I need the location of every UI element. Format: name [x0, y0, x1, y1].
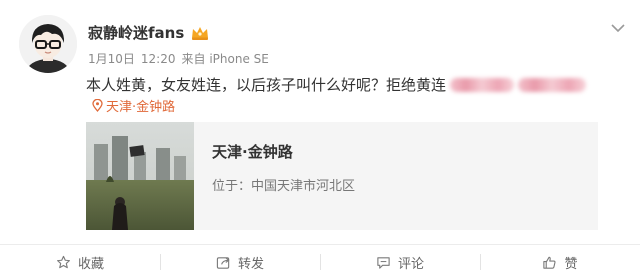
place-info: 天津·金钟路 位于：中国天津市河北区 — [194, 122, 355, 230]
thumbs-up-icon — [543, 256, 557, 269]
favorite-label: 收藏 — [77, 256, 104, 272]
post-date: 1月10日 — [88, 52, 135, 66]
avatar[interactable] — [19, 15, 77, 73]
repost-label: 转发 — [237, 256, 264, 272]
repost-button[interactable]: 转发 — [160, 245, 320, 279]
like-button[interactable]: 赞 — [480, 245, 640, 279]
location-pin-icon — [92, 99, 103, 112]
place-card[interactable]: 天津·金钟路 位于：中国天津市河北区 — [86, 122, 598, 230]
like-label: 赞 — [564, 256, 578, 272]
post-source: 来自 iPhone SE — [181, 52, 269, 66]
post-text: 本人姓黄，女友姓连，以后孩子叫什么好呢？拒绝黄连 — [86, 76, 447, 94]
avatar-illustration — [19, 15, 77, 73]
share-arrow-icon — [216, 256, 230, 269]
blurred-mention — [450, 77, 515, 92]
location-tag[interactable]: 天津·金钟路 — [92, 96, 175, 115]
post-meta: 1月10日 12:20 来自 iPhone SE — [88, 50, 275, 67]
comment-button[interactable]: 评论 — [320, 245, 480, 279]
chevron-down-icon[interactable] — [610, 18, 626, 33]
comment-label: 评论 — [397, 256, 424, 272]
action-bar: 收藏 转发 评论 赞 — [0, 245, 640, 279]
place-name: 天津·金钟路 — [212, 143, 293, 161]
username[interactable]: 寂静岭迷fans — [88, 22, 184, 43]
post-time: 12:20 — [140, 52, 176, 66]
vip-crown-icon — [190, 25, 210, 41]
post-content: 本人姓黄，女友姓连，以后孩子叫什么好呢？拒绝黄连 — [86, 74, 587, 95]
place-address: 位于：中国天津市河北区 — [212, 179, 356, 194]
place-thumbnail — [86, 122, 194, 230]
weibo-post: 寂静岭迷fans 1月10日 12:20 来自 iPhone SE 本人姓黄，女友姓… — [0, 0, 640, 279]
location-label: 天津·金钟路 — [106, 100, 176, 115]
star-icon — [57, 255, 70, 268]
username-row: 寂静岭迷fans — [88, 22, 210, 43]
blurred-mention — [518, 77, 587, 92]
favorite-button[interactable]: 收藏 — [0, 245, 160, 279]
comment-bubble-icon — [377, 256, 390, 269]
